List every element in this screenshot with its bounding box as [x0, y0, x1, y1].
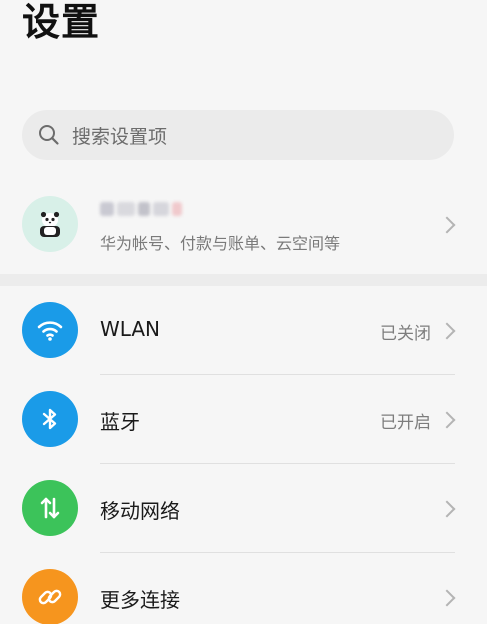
- settings-list: WLAN 已关闭 蓝牙 已开启 移动网络 更多连接: [0, 286, 487, 624]
- chevron-right-icon: [438, 411, 456, 429]
- settings-item-bluetooth[interactable]: 蓝牙 已开启: [0, 375, 487, 464]
- account-subtitle: 华为帐号、付款与账单、云空间等: [100, 234, 341, 253]
- wifi-icon: [22, 302, 78, 358]
- chevron-right-icon: [438, 589, 456, 607]
- account-name-redacted: [100, 202, 182, 216]
- chevron-right-icon: [438, 322, 456, 340]
- settings-item-more-connections[interactable]: 更多连接: [0, 553, 487, 624]
- chevron-right-icon: [438, 216, 456, 234]
- settings-item-label: 蓝牙: [100, 410, 140, 434]
- settings-item-label: WLAN: [100, 317, 161, 341]
- settings-item-label: 更多连接: [100, 588, 180, 612]
- link-icon: [22, 569, 78, 624]
- status-text: 已开启: [380, 413, 431, 433]
- avatar: [22, 196, 78, 252]
- mobile-data-icon: [22, 480, 78, 536]
- settings-item-wlan[interactable]: WLAN 已关闭: [0, 286, 487, 375]
- settings-page: 设置 搜索设置项 华为帐号、付款与账单、云空间等 WLAN 已关闭 蓝牙 已开启…: [0, 0, 487, 624]
- settings-item-mobile-network[interactable]: 移动网络: [0, 464, 487, 553]
- page-title: 设置: [22, 0, 101, 44]
- bluetooth-icon: [22, 391, 78, 447]
- section-divider: [0, 274, 487, 286]
- settings-item-label: 移动网络: [100, 499, 180, 523]
- search-icon: [39, 125, 59, 145]
- search-bar[interactable]: 搜索设置项: [22, 110, 454, 160]
- account-row[interactable]: 华为帐号、付款与账单、云空间等: [0, 176, 487, 274]
- status-text: 已关闭: [380, 324, 431, 344]
- chevron-right-icon: [438, 500, 456, 518]
- search-placeholder: 搜索设置项: [72, 125, 168, 148]
